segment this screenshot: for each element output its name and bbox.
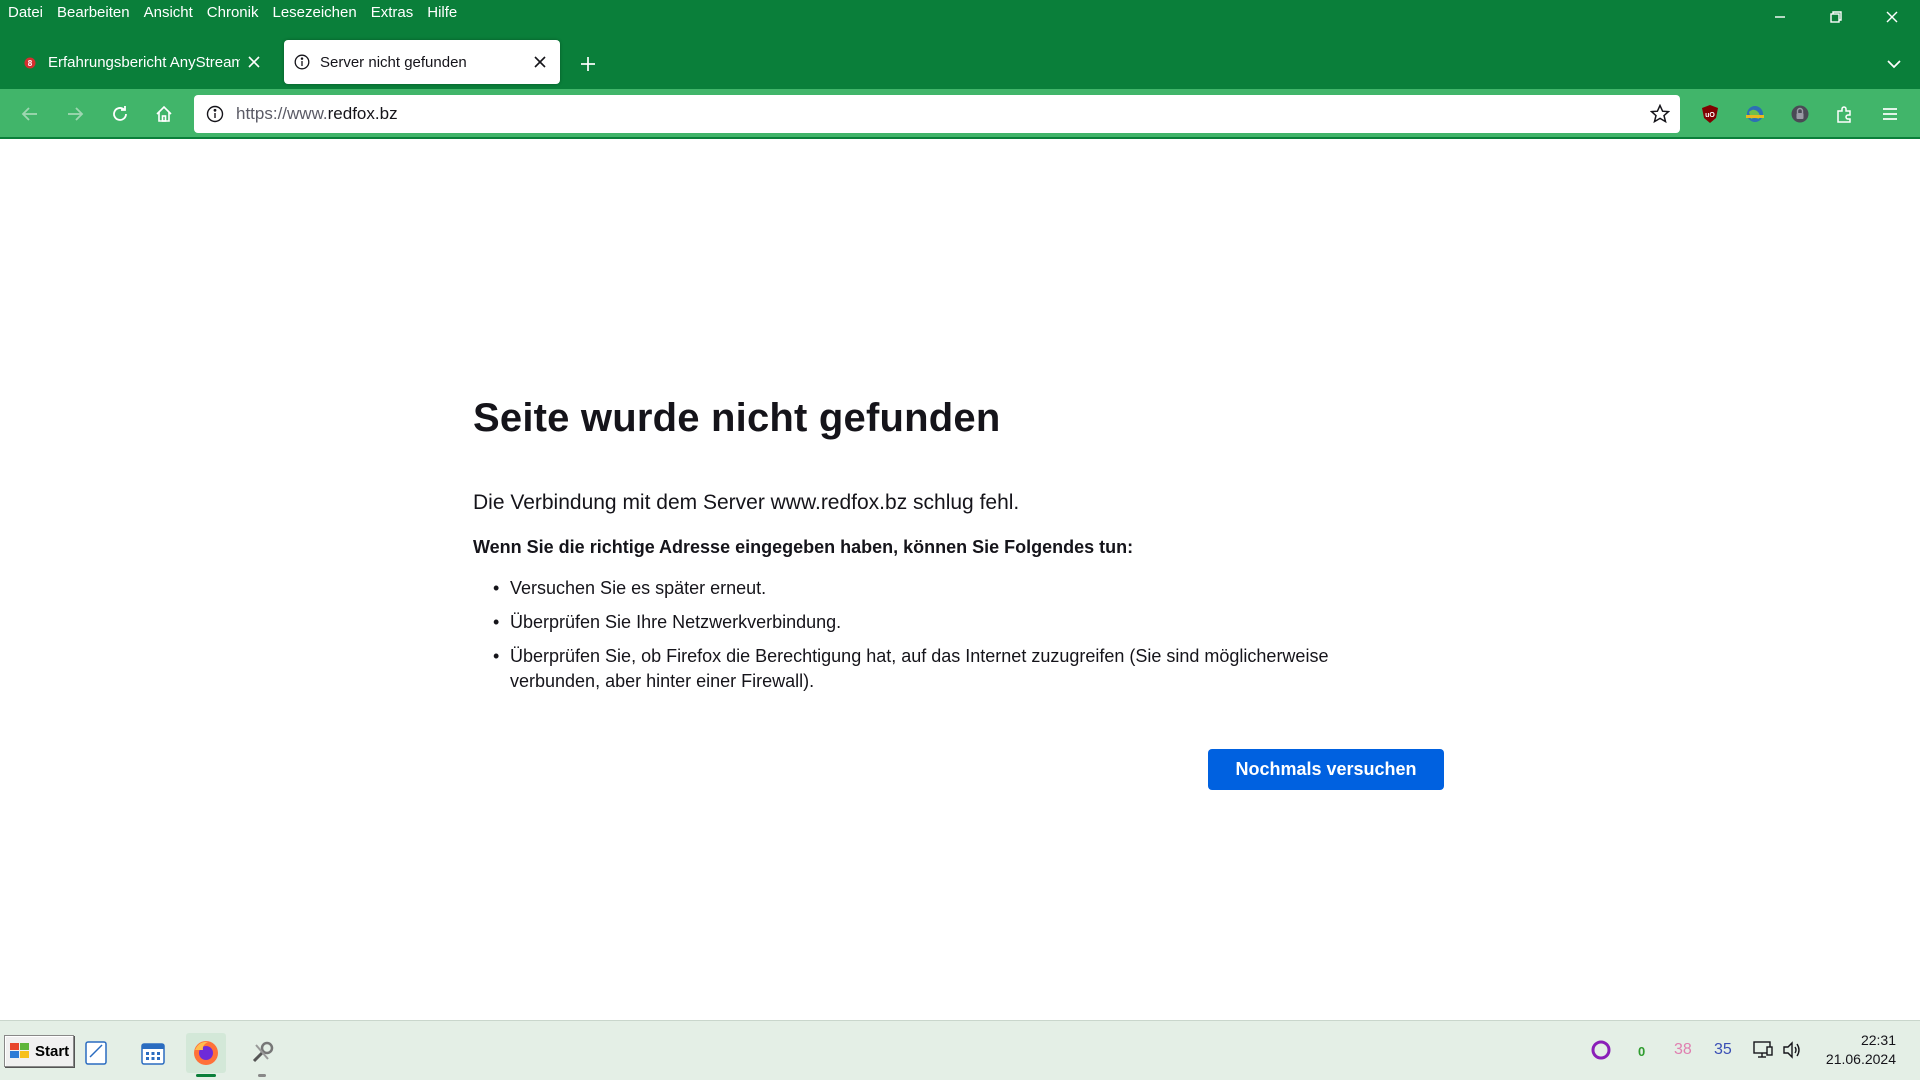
reload-button[interactable] (104, 98, 136, 130)
suggestion-item: Versuchen Sie es später erneut. (493, 576, 1373, 601)
taskbar-notes-app[interactable] (76, 1033, 116, 1073)
menu-chronik[interactable]: Chronik (207, 4, 259, 21)
menu-hilfe[interactable]: Hilfe (427, 4, 457, 21)
error-title: Seite wurde nicht gefunden (473, 396, 1001, 440)
tab-title: Server nicht gefunden (320, 53, 467, 71)
menu-extras[interactable]: Extras (371, 4, 414, 21)
new-tab-button[interactable] (574, 50, 602, 78)
volume-icon[interactable] (1781, 1039, 1803, 1065)
firefox-icon (194, 1041, 218, 1065)
ublock-origin-icon: uO (1702, 105, 1718, 123)
running-app-indicator (258, 1074, 266, 1077)
back-arrow-icon (21, 107, 37, 121)
taskbar-tools-app[interactable] (242, 1033, 282, 1077)
start-label: Start (35, 1042, 70, 1060)
ublock-extension-button[interactable]: uO (1694, 98, 1726, 130)
lock-extension-icon (1791, 105, 1809, 123)
error-description: Die Verbindung mit dem Server www.redfox… (473, 491, 1020, 514)
svg-text:uO: uO (1705, 112, 1715, 119)
url-text: https://www.redfox.bz (236, 104, 398, 124)
notepad-icon (85, 1041, 107, 1065)
minimize-icon (1775, 16, 1785, 18)
calendar-folder-icon (141, 1043, 165, 1065)
tab-close-button[interactable] (526, 48, 554, 76)
taskbar-firefox-app[interactable] (186, 1033, 226, 1077)
menu-bearbeiten[interactable]: Bearbeiten (57, 4, 130, 21)
retry-button[interactable]: Nochmals versuchen (1208, 749, 1444, 790)
app-menu-button[interactable] (1874, 98, 1906, 130)
tab-title: Erfahrungsbericht AnyStream / (48, 53, 240, 71)
tab-anystream[interactable]: 8 Erfahrungsbericht AnyStream / (12, 40, 274, 84)
url-domain: redfox.bz (327, 104, 398, 123)
tray-counter-pink[interactable]: 38 (1674, 1041, 1692, 1059)
site-info-icon[interactable] (198, 105, 232, 123)
home-icon (156, 105, 172, 122)
info-icon (294, 54, 310, 70)
taskbar: Start 0 38 35 22:31 21.06.2024 (0, 1020, 1920, 1080)
windows-logo-icon (10, 1043, 29, 1058)
network-icon[interactable] (1752, 1039, 1774, 1065)
window-controls (1752, 0, 1920, 34)
reload-icon (113, 106, 127, 121)
home-button[interactable] (148, 98, 180, 130)
close-icon (1886, 11, 1898, 23)
globe-extension-icon (1746, 106, 1764, 122)
navigation-bar: https://www.redfox.bz uO (0, 89, 1920, 139)
list-all-tabs-button[interactable] (1880, 50, 1908, 78)
tab-server-not-found[interactable]: Server nicht gefunden (284, 40, 560, 84)
close-icon (534, 56, 546, 68)
clock-time: 22:31 (1860, 1032, 1896, 1048)
privacy-extension-button[interactable] (1784, 98, 1816, 130)
url-prefix: https://www. (236, 104, 328, 123)
globe-extension-button[interactable] (1739, 98, 1771, 130)
suggestion-item: Überprüfen Sie Ihre Netzwerkverbindung. (493, 610, 1373, 635)
tray-counter-green[interactable]: 0 (1638, 1044, 1645, 1059)
tab-close-button[interactable] (240, 48, 268, 76)
extensions-button[interactable] (1829, 98, 1861, 130)
puzzle-icon (1837, 106, 1851, 123)
tab-strip: 8 Erfahrungsbericht AnyStream / Server n… (0, 38, 1920, 84)
menu-lesezeichen[interactable]: Lesezeichen (272, 4, 356, 21)
restore-button[interactable] (1808, 0, 1864, 34)
menu-ansicht[interactable]: Ansicht (144, 4, 193, 21)
tools-icon (252, 1041, 274, 1063)
active-app-indicator (196, 1074, 216, 1077)
suggestion-list: Versuchen Sie es später erneut. Überprüf… (473, 576, 1443, 694)
menu-bar: Datei Bearbeiten Ansicht Chronik Lesezei… (0, 0, 471, 25)
error-page-content: Seite wurde nicht gefunden Die Verbindun… (473, 396, 1444, 790)
forward-button[interactable] (59, 98, 91, 130)
minimize-button[interactable] (1752, 0, 1808, 34)
back-button[interactable] (14, 98, 46, 130)
url-bar[interactable]: https://www.redfox.bz (194, 95, 1680, 133)
close-icon (248, 56, 260, 68)
clock[interactable]: 22:31 21.06.2024 (1826, 1031, 1896, 1069)
start-button[interactable]: Start (4, 1035, 74, 1067)
taskbar-explorer-app[interactable] (133, 1033, 173, 1073)
suggestion-item: Überprüfen Sie, ob Firefox die Berechtig… (493, 644, 1373, 694)
hamburger-menu-icon (1883, 108, 1897, 120)
forum-favicon-icon: 8 (22, 54, 38, 70)
title-bar: Datei Bearbeiten Ansicht Chronik Lesezei… (0, 0, 1920, 89)
svg-text:8: 8 (28, 59, 33, 68)
chevron-down-icon (1887, 60, 1901, 69)
menu-datei[interactable]: Datei (8, 4, 43, 21)
restore-icon (1830, 11, 1842, 23)
forward-arrow-icon (68, 107, 84, 121)
tray-ring-icon[interactable] (1590, 1039, 1612, 1065)
close-window-button[interactable] (1864, 0, 1920, 34)
tray-counter-blue[interactable]: 35 (1714, 1041, 1732, 1059)
error-hint: Wenn Sie die richtige Adresse eingegeben… (473, 537, 1134, 557)
clock-date: 21.06.2024 (1825, 1051, 1896, 1067)
star-icon (1650, 104, 1670, 124)
bookmark-star-button[interactable] (1648, 102, 1672, 126)
plus-icon (581, 57, 595, 71)
